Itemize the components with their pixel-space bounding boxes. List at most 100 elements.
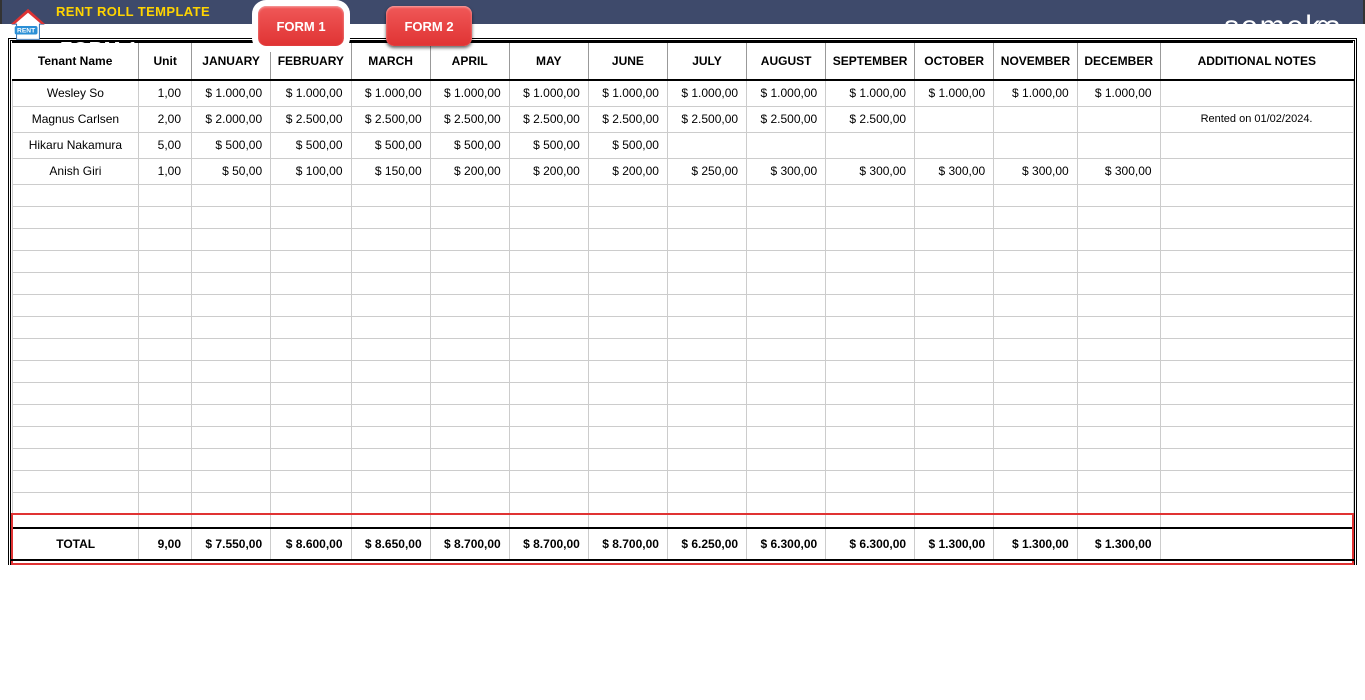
cell-month[interactable] bbox=[588, 250, 667, 272]
cell-month[interactable] bbox=[271, 206, 351, 228]
cell-month[interactable]: $ 200,00 bbox=[430, 158, 509, 184]
cell-month[interactable] bbox=[192, 272, 271, 294]
cell-month[interactable] bbox=[351, 426, 430, 448]
table-row[interactable]: Magnus Carlsen2,00$ 2.000,00$ 2.500,00$ … bbox=[12, 106, 1353, 132]
cell-month[interactable] bbox=[430, 272, 509, 294]
cell-notes[interactable]: Rented on 01/02/2024. bbox=[1160, 106, 1353, 132]
cell-tenant[interactable]: Anish Giri bbox=[12, 158, 139, 184]
cell-tenant[interactable] bbox=[12, 426, 139, 448]
cell-month[interactable] bbox=[1077, 404, 1160, 426]
cell-month[interactable]: $ 1.000,00 bbox=[747, 80, 826, 106]
cell-month[interactable] bbox=[994, 294, 1078, 316]
cell-month[interactable] bbox=[588, 228, 667, 250]
cell-tenant[interactable] bbox=[12, 316, 139, 338]
cell-unit[interactable]: 2,00 bbox=[139, 106, 192, 132]
cell-month[interactable] bbox=[192, 448, 271, 470]
cell-month[interactable] bbox=[994, 426, 1078, 448]
cell-month[interactable] bbox=[994, 132, 1078, 158]
total-label[interactable]: TOTAL bbox=[12, 528, 139, 560]
cell-month[interactable] bbox=[747, 360, 826, 382]
cell-month[interactable] bbox=[351, 338, 430, 360]
table-row[interactable] bbox=[12, 338, 1353, 360]
cell-month[interactable] bbox=[192, 470, 271, 492]
cell-notes[interactable] bbox=[1160, 272, 1353, 294]
cell-month[interactable] bbox=[509, 382, 588, 404]
cell-month[interactable]: $ 50,00 bbox=[192, 158, 271, 184]
cell-unit[interactable] bbox=[139, 184, 192, 206]
table-row[interactable] bbox=[12, 184, 1353, 206]
cell-month[interactable] bbox=[994, 338, 1078, 360]
cell-month[interactable] bbox=[351, 184, 430, 206]
cell-month[interactable] bbox=[1077, 426, 1160, 448]
total-month[interactable]: $ 6.250,00 bbox=[667, 528, 746, 560]
cell-month[interactable] bbox=[826, 492, 915, 514]
cell-month[interactable] bbox=[192, 206, 271, 228]
cell-month[interactable] bbox=[509, 294, 588, 316]
cell-month[interactable]: $ 1.000,00 bbox=[588, 80, 667, 106]
cell-month[interactable] bbox=[747, 250, 826, 272]
cell-month[interactable] bbox=[588, 426, 667, 448]
cell-month[interactable] bbox=[271, 470, 351, 492]
cell-month[interactable] bbox=[271, 382, 351, 404]
cell-month[interactable] bbox=[192, 382, 271, 404]
cell-month[interactable] bbox=[430, 250, 509, 272]
cell-month[interactable] bbox=[915, 338, 994, 360]
table-row[interactable] bbox=[12, 294, 1353, 316]
cell-month[interactable]: $ 1.000,00 bbox=[509, 80, 588, 106]
cell-month[interactable]: $ 100,00 bbox=[271, 158, 351, 184]
cell-month[interactable] bbox=[509, 426, 588, 448]
cell-notes[interactable] bbox=[1160, 382, 1353, 404]
cell-month[interactable] bbox=[430, 360, 509, 382]
cell-month[interactable] bbox=[351, 470, 430, 492]
cell-month[interactable] bbox=[192, 250, 271, 272]
cell-tenant[interactable] bbox=[12, 228, 139, 250]
cell-month[interactable] bbox=[826, 426, 915, 448]
cell-month[interactable] bbox=[994, 404, 1078, 426]
cell-month[interactable]: $ 300,00 bbox=[1077, 158, 1160, 184]
total-notes[interactable] bbox=[1160, 528, 1353, 560]
cell-month[interactable]: $ 500,00 bbox=[509, 132, 588, 158]
cell-unit[interactable] bbox=[139, 360, 192, 382]
cell-unit[interactable] bbox=[139, 294, 192, 316]
cell-month[interactable]: $ 1.000,00 bbox=[915, 80, 994, 106]
cell-notes[interactable] bbox=[1160, 132, 1353, 158]
cell-month[interactable]: $ 2.500,00 bbox=[588, 106, 667, 132]
cell-month[interactable] bbox=[667, 470, 746, 492]
cell-month[interactable] bbox=[667, 184, 746, 206]
cell-month[interactable] bbox=[509, 360, 588, 382]
cell-unit[interactable] bbox=[139, 470, 192, 492]
cell-unit[interactable] bbox=[139, 448, 192, 470]
cell-month[interactable]: $ 300,00 bbox=[747, 158, 826, 184]
cell-tenant[interactable] bbox=[12, 294, 139, 316]
cell-month[interactable] bbox=[588, 338, 667, 360]
cell-month[interactable] bbox=[915, 360, 994, 382]
total-month[interactable]: $ 8.700,00 bbox=[509, 528, 588, 560]
cell-month[interactable] bbox=[994, 106, 1078, 132]
cell-month[interactable] bbox=[994, 448, 1078, 470]
cell-month[interactable] bbox=[826, 338, 915, 360]
cell-notes[interactable] bbox=[1160, 228, 1353, 250]
cell-tenant[interactable] bbox=[12, 250, 139, 272]
cell-month[interactable] bbox=[271, 492, 351, 514]
cell-month[interactable] bbox=[826, 228, 915, 250]
cell-month[interactable] bbox=[271, 228, 351, 250]
cell-month[interactable] bbox=[271, 338, 351, 360]
cell-month[interactable] bbox=[915, 448, 994, 470]
cell-month[interactable] bbox=[667, 492, 746, 514]
total-month[interactable]: $ 8.700,00 bbox=[430, 528, 509, 560]
total-month[interactable]: $ 6.300,00 bbox=[826, 528, 915, 560]
cell-unit[interactable] bbox=[139, 228, 192, 250]
cell-tenant[interactable] bbox=[12, 184, 139, 206]
cell-month[interactable] bbox=[747, 316, 826, 338]
cell-month[interactable] bbox=[588, 294, 667, 316]
cell-month[interactable] bbox=[509, 272, 588, 294]
cell-month[interactable] bbox=[271, 184, 351, 206]
cell-month[interactable] bbox=[747, 404, 826, 426]
cell-month[interactable] bbox=[351, 272, 430, 294]
cell-unit[interactable]: 1,00 bbox=[139, 80, 192, 106]
cell-month[interactable] bbox=[994, 382, 1078, 404]
cell-month[interactable] bbox=[1077, 382, 1160, 404]
cell-notes[interactable] bbox=[1160, 492, 1353, 514]
cell-month[interactable] bbox=[826, 294, 915, 316]
cell-month[interactable] bbox=[1077, 106, 1160, 132]
